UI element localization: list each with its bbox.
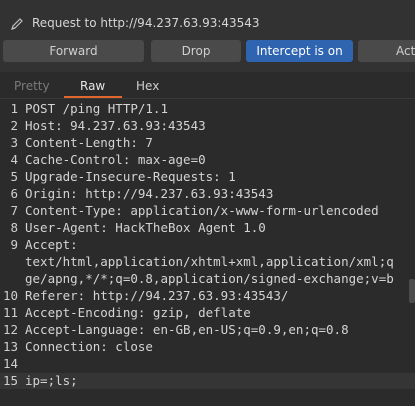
- line-text[interactable]: Cache-Control: max-age=0: [25, 152, 206, 167]
- line-text[interactable]: Connection: close: [25, 339, 153, 354]
- line-text[interactable]: POST /ping HTTP/1.1: [25, 101, 168, 116]
- line-text[interactable]: ip=;ls;: [25, 373, 78, 388]
- line-number: 11: [2, 305, 18, 320]
- request-line[interactable]: 1 POST /ping HTTP/1.1: [0, 101, 415, 117]
- request-line[interactable]: 10 Referer: http://94.237.63.93:43543/: [0, 288, 415, 304]
- line-number: 8: [10, 220, 18, 235]
- line-text[interactable]: Content-Type: application/x-www-form-url…: [25, 203, 379, 218]
- line-number: 4: [10, 152, 18, 167]
- request-line[interactable]: 15 ip=;ls;: [0, 373, 415, 389]
- line-number: 3: [10, 135, 18, 150]
- forward-button[interactable]: Forward: [3, 40, 144, 62]
- request-title-row: Request to http://94.237.63.93:43543: [10, 14, 260, 32]
- request-line[interactable]: 13 Connection: close: [0, 339, 415, 355]
- request-line[interactable]: 8 User-Agent: HackTheBox Agent 1.0: [0, 220, 415, 236]
- intercept-toggle-button[interactable]: Intercept is on: [246, 40, 353, 62]
- tab-hex[interactable]: Hex: [136, 79, 159, 93]
- request-line[interactable]: 6 Origin: http://94.237.63.93:43543: [0, 186, 415, 202]
- line-text[interactable]: Host: 94.237.63.93:43543: [25, 118, 206, 133]
- request-line[interactable]: 11 Accept-Encoding: gzip, deflate: [0, 305, 415, 321]
- line-text[interactable]: Origin: http://94.237.63.93:43543: [25, 186, 273, 201]
- request-line[interactable]: 4 Cache-Control: max-age=0: [0, 152, 415, 168]
- request-line[interactable]: 9 Accept:: [0, 237, 415, 253]
- request-line[interactable]: 7 Content-Type: application/x-www-form-ur…: [0, 203, 415, 219]
- request-line[interactable]: 5 Upgrade-Insecure-Requests: 1: [0, 169, 415, 185]
- line-number: 2: [10, 118, 18, 133]
- request-line[interactable]: 3 Content-Length: 7: [0, 135, 415, 151]
- line-number: 9: [10, 237, 18, 252]
- line-text[interactable]: Content-Length: 7: [25, 135, 153, 150]
- line-number: 7: [10, 203, 18, 218]
- request-line[interactable]: 2 Host: 94.237.63.93:43543: [0, 118, 415, 134]
- line-text[interactable]: Accept-Encoding: gzip, deflate: [25, 305, 251, 320]
- tab-raw[interactable]: Raw: [80, 79, 105, 93]
- request-line[interactable]: 14: [0, 356, 415, 372]
- request-line[interactable]: text/html,application/xhtml+xml,applicat…: [0, 254, 415, 270]
- line-text[interactable]: Upgrade-Insecure-Requests: 1: [25, 169, 236, 184]
- line-number: 14: [2, 356, 18, 371]
- line-text[interactable]: User-Agent: HackTheBox Agent 1.0: [25, 220, 266, 235]
- line-text[interactable]: ge/apng,*/*;q=0.8,application/signed-exc…: [25, 271, 394, 286]
- line-text[interactable]: Accept:: [25, 237, 78, 252]
- line-text[interactable]: text/html,application/xhtml+xml,applicat…: [25, 254, 394, 269]
- tab-pretty[interactable]: Pretty: [14, 79, 50, 93]
- request-line[interactable]: ge/apng,*/*;q=0.8,application/signed-exc…: [0, 271, 415, 287]
- line-number: 1: [10, 101, 18, 116]
- line-number: 6: [10, 186, 18, 201]
- request-title: Request to http://94.237.63.93:43543: [32, 16, 260, 30]
- message-view-tabs: Pretty Raw Hex: [0, 76, 415, 99]
- intercept-toolbar: Request to http://94.237.63.93:43543 For…: [0, 0, 415, 72]
- proxy-intercept-panel: Request to http://94.237.63.93:43543 For…: [0, 0, 415, 406]
- line-text[interactable]: Referer: http://94.237.63.93:43543/: [25, 288, 288, 303]
- line-number: 15: [2, 373, 18, 388]
- pencil-icon: [10, 16, 24, 30]
- line-number: 12: [2, 322, 18, 337]
- action-button[interactable]: Act: [358, 40, 415, 62]
- request-editor[interactable]: 1 POST /ping HTTP/1.1 2 Host: 94.237.63.93:…: [0, 99, 415, 406]
- line-number: 5: [10, 169, 18, 184]
- line-number: 10: [2, 288, 18, 303]
- drop-button[interactable]: Drop: [151, 40, 241, 62]
- line-number: 13: [2, 339, 18, 354]
- request-line[interactable]: 12 Accept-Language: en-GB,en-US;q=0.9,en;…: [0, 322, 415, 338]
- line-text[interactable]: Accept-Language: en-GB,en-US;q=0.9,en;q=…: [25, 322, 349, 337]
- active-tab-indicator: [64, 96, 122, 98]
